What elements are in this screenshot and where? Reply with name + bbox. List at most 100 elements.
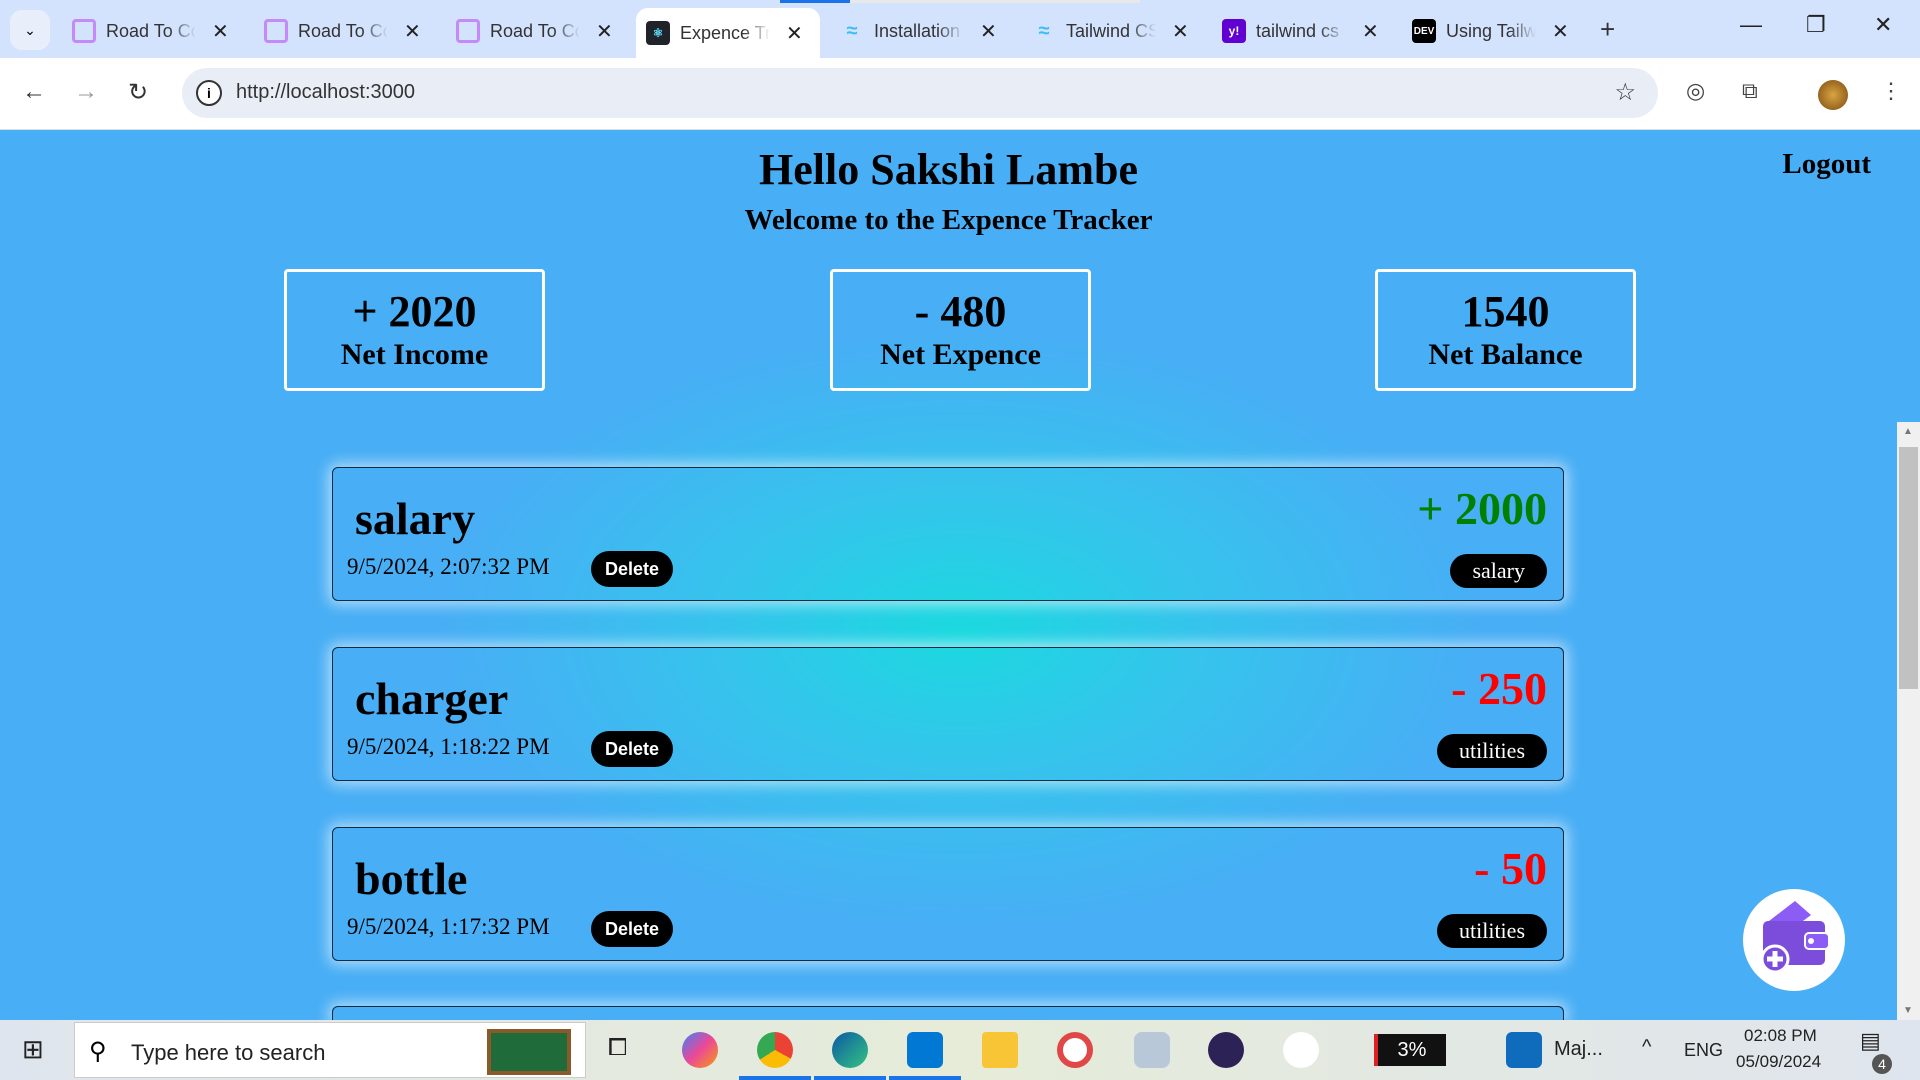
transaction-title: bottle [355,853,468,904]
browser-tab-bar: ⌄ Road To Co ✕ Road To Co ✕ Road To Co ✕ ⚛ E… [0,0,1920,58]
wallet-add-icon [1760,901,1830,974]
tab-label: Using Tailw [1446,20,1536,41]
address-bar[interactable]: i http://localhost:3000 ☆ [182,68,1658,118]
clock-time[interactable]: 02:08 PM [1744,1026,1817,1046]
close-tab-icon[interactable]: ✕ [786,21,803,46]
notification-count: 4 [1872,1054,1892,1074]
restore-button[interactable]: ❐ [1806,12,1826,38]
delete-button[interactable]: Delete [591,551,673,587]
site-info-icon[interactable]: i [196,80,222,106]
new-tab-button[interactable]: + [1600,14,1615,45]
tab-tailwind-css[interactable]: ≈ Tailwind CS ✕ [1022,12,1202,50]
scroll-up-arrow[interactable]: ▲ [1903,426,1913,437]
search-placeholder: Type here to search [131,1040,326,1065]
profile-avatar[interactable] [1818,80,1848,110]
extensions-puzzle-icon[interactable]: ⧉ [1742,78,1758,104]
tab-yahoo-search[interactable]: y! tailwind cs ✕ [1212,12,1392,50]
show-hidden-icons-chevron-icon[interactable]: ^ [1642,1036,1651,1059]
net-income-label: Net Income [340,338,489,371]
url-text[interactable]: http://localhost:3000 [236,81,415,104]
close-tab-icon[interactable]: ✕ [1362,19,1379,44]
forward-button[interactable]: → [74,78,98,106]
close-tab-icon[interactable]: ✕ [1172,19,1189,44]
close-window-button[interactable]: ✕ [1874,12,1892,38]
tab-road-to-code-3[interactable]: Road To Co ✕ [446,12,626,50]
outlook-label[interactable]: Maj... [1554,1038,1603,1061]
outlook-icon[interactable] [1506,1032,1542,1068]
welcome-subtitle: Welcome to the Expence Tracker [744,204,1153,236]
net-balance-label: Net Balance [1428,338,1583,371]
tab-dev-to[interactable]: DEV Using Tailw ✕ [1402,12,1582,50]
close-tab-icon[interactable]: ✕ [212,19,229,44]
vscode-icon[interactable] [889,1032,961,1080]
windows-start-icon[interactable]: ⊞ [22,1034,44,1065]
loading-bar [780,0,1140,3]
back-button[interactable]: ← [22,78,46,106]
delete-button[interactable]: Delete [591,911,673,947]
mongodb-icon[interactable] [1283,1032,1319,1068]
tab-road-to-code-2[interactable]: Road To Co ✕ [254,12,434,50]
net-expence-value: - 480 [914,287,1007,336]
transaction-date: 9/5/2024, 1:18:22 PM [347,734,550,759]
category-badge: utilities [1437,914,1547,948]
net-balance-card: 1540 Net Balance [1375,269,1636,391]
category-badge: utilities [1437,734,1547,768]
task-view-icon[interactable]: ⧠ [608,1034,627,1062]
tab-label: tailwind cs [1256,20,1340,41]
close-tab-icon[interactable]: ✕ [596,19,613,44]
tab-label: Installation [874,20,961,41]
edge-icon[interactable] [814,1032,886,1080]
eclipse-icon[interactable] [1208,1032,1244,1068]
react-icon: ⚛ [646,21,670,45]
close-tab-icon[interactable]: ✕ [1552,19,1569,44]
net-expence-card: - 480 Net Expence [830,269,1091,391]
tab-label: Road To Co [490,20,580,41]
close-tab-icon[interactable]: ✕ [980,19,997,44]
scrollbar-thumb[interactable] [1899,447,1918,689]
tab-label: Expence Tr [680,22,770,43]
minimize-button[interactable]: — [1740,12,1762,38]
scroll-down-arrow[interactable]: ▼ [1903,1005,1913,1016]
expense-tracker-page: Hello Sakshi Lambe Welcome to the Expenc… [0,130,1897,1020]
bookmark-star-icon[interactable]: ☆ [1614,78,1636,107]
logout-button[interactable]: Logout [1782,148,1871,181]
tab-label: Tailwind CS [1066,20,1156,41]
transaction-date: 9/5/2024, 2:07:32 PM [347,554,550,579]
page-scrollbar[interactable]: ▲ ▼ [1897,422,1920,1020]
tab-road-to-code-1[interactable]: Road To Co ✕ [62,12,242,50]
transaction-amount: + 2000 [1417,483,1547,534]
search-icon: ⚲ [89,1038,107,1065]
tab-search-button[interactable]: ⌄ [10,10,50,50]
add-transaction-button[interactable] [1743,889,1845,991]
transaction-title: charger [355,673,509,724]
copilot-icon[interactable] [682,1032,718,1068]
database-icon[interactable] [1134,1032,1170,1068]
transaction-card: charger 9/5/2024, 1:18:22 PM Delete - 25… [332,647,1564,781]
yahoo-icon: y! [1222,19,1246,43]
delete-button[interactable]: Delete [591,731,673,767]
transaction-title: salary [355,493,476,544]
tailwind-icon: ≈ [846,19,858,42]
greeting-heading: Hello Sakshi Lambe [759,145,1138,194]
net-income-value: + 2020 [352,287,477,336]
menu-kebab-icon[interactable]: ⋮ [1880,78,1902,104]
tab-installation[interactable]: ≈ Installation ✕ [830,12,1010,50]
record-app-icon[interactable] [1057,1032,1093,1068]
taskbar-search[interactable]: ⚲ Type here to search [74,1022,586,1078]
extension-icon[interactable]: ◎ [1686,78,1705,104]
battery-indicator[interactable]: 3% [1374,1034,1446,1066]
transaction-card: salary 9/5/2024, 2:07:32 PM Delete + 200… [332,467,1564,601]
close-tab-icon[interactable]: ✕ [404,19,421,44]
dev-icon: DEV [1412,19,1436,43]
file-explorer-icon[interactable] [982,1032,1018,1068]
language-indicator[interactable]: ENG [1684,1040,1723,1061]
transaction-amount: - 250 [1451,663,1547,714]
chrome-icon[interactable] [739,1032,811,1080]
notification-icon[interactable]: ▤ [1860,1028,1881,1054]
transaction-card: bottle 9/5/2024, 1:17:32 PM Delete - 50 … [332,827,1564,961]
transaction-card-partial [332,1006,1564,1020]
tab-expence-tracker[interactable]: ⚛ Expence Tr ✕ [636,8,820,58]
reload-button[interactable]: ↻ [128,78,148,107]
clock-date[interactable]: 05/09/2024 [1736,1052,1821,1072]
net-balance-value: 1540 [1461,287,1550,336]
